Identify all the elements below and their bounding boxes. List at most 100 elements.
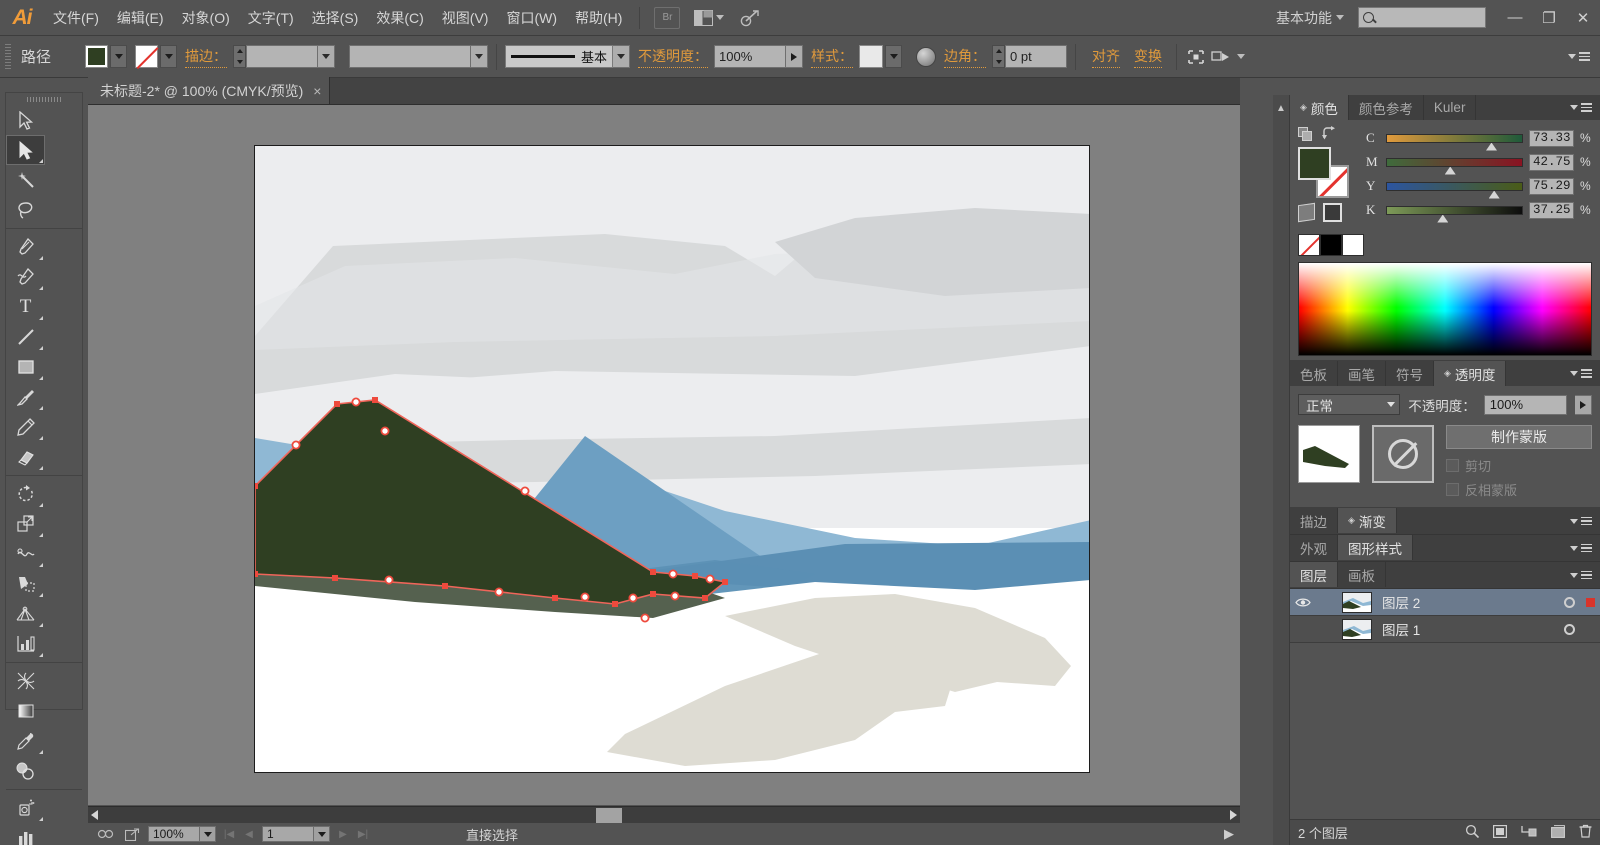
line-segment-tool[interactable]	[6, 322, 45, 352]
bar-graph-tool[interactable]	[6, 823, 45, 845]
layer-name[interactable]: 图层 2	[1372, 592, 1558, 612]
paintbrush-tool[interactable]	[6, 382, 45, 412]
menu-view[interactable]: 视图(V)	[433, 0, 498, 36]
document-tab[interactable]: 未标题-2* @ 100% (CMYK/预览) ×	[88, 77, 331, 104]
graphic-styles-panel-menu-button[interactable]	[1562, 535, 1600, 561]
swatch-black[interactable]	[1320, 234, 1342, 256]
stroke-weight-stepper[interactable]	[233, 45, 247, 68]
menu-type[interactable]: 文字(T)	[239, 0, 303, 36]
swatch-white[interactable]	[1342, 234, 1364, 256]
black-slider-row[interactable]: K 37.25 %	[1366, 198, 1592, 223]
out-of-gamut-icon[interactable]	[1298, 202, 1315, 223]
control-bar-grip[interactable]	[5, 43, 11, 70]
opacity-label[interactable]: 不透明度：	[638, 46, 709, 68]
expand-panels-icon[interactable]: ▲	[1276, 103, 1286, 114]
magenta-value-field[interactable]: 42.75	[1529, 153, 1574, 171]
arrange-documents-icon[interactable]	[694, 9, 725, 26]
stroke-swatch-group[interactable]	[135, 45, 178, 68]
fill-stroke-stack-icon[interactable]	[1298, 127, 1313, 142]
stroke-weight-field[interactable]	[246, 45, 319, 68]
transform-button[interactable]: 变换	[1134, 46, 1163, 68]
magenta-slider-track[interactable]	[1386, 157, 1523, 175]
yellow-slider-knob[interactable]	[1488, 190, 1500, 199]
share-on-behance-icon[interactable]	[122, 826, 142, 842]
isolate-selected-object-icon[interactable]	[1185, 46, 1207, 68]
graphic-style-dropdown[interactable]	[885, 45, 903, 68]
artboard-number-control[interactable]: 1	[262, 826, 330, 842]
magenta-slider-row[interactable]: M 42.75 %	[1366, 150, 1592, 175]
corner-label[interactable]: 边角：	[944, 46, 987, 68]
stroke-weight-label[interactable]: 描边：	[185, 46, 228, 68]
fill-swatch[interactable]	[85, 45, 109, 68]
close-tab-icon[interactable]: ×	[313, 83, 321, 99]
search-field[interactable]	[1374, 10, 1474, 25]
menu-file[interactable]: 文件(F)	[44, 0, 108, 36]
selection-tool[interactable]	[6, 105, 45, 135]
create-sublayer-icon[interactable]	[1521, 825, 1537, 841]
layers-panel-menu-button[interactable]	[1562, 562, 1600, 588]
canvas-area[interactable]	[88, 105, 1240, 805]
tab-color-guide[interactable]: 颜色参考	[1348, 95, 1424, 120]
stroke-profile-field[interactable]	[349, 45, 472, 68]
graphic-style-swatch[interactable]	[859, 45, 884, 68]
close-button[interactable]: ✕	[1566, 3, 1600, 33]
tab-kuler[interactable]: Kuler	[1423, 95, 1477, 120]
pencil-tool[interactable]	[6, 412, 45, 442]
direct-selection-tool[interactable]	[6, 135, 45, 165]
lasso-tool[interactable]	[6, 195, 45, 225]
tab-artboards[interactable]: 画板	[1338, 562, 1386, 587]
artboard-number-field[interactable]: 1	[262, 826, 314, 842]
recolor-artwork-icon[interactable]	[916, 46, 937, 67]
horizontal-scroll-thumb[interactable]	[596, 808, 622, 823]
tab-transparency[interactable]: ◈ 透明度	[1434, 361, 1507, 386]
tab-symbols[interactable]: 符号	[1386, 361, 1434, 386]
cyan-slider-row[interactable]: C 73.33 %	[1366, 126, 1592, 151]
cyan-slider-knob[interactable]	[1485, 142, 1497, 151]
scroll-right-icon[interactable]	[1230, 810, 1237, 820]
cyan-slider-track[interactable]	[1386, 133, 1523, 151]
artboard[interactable]	[254, 145, 1090, 773]
zoom-level-control[interactable]: 100%	[148, 826, 216, 842]
tab-gradient[interactable]: ◈ 渐变	[1338, 508, 1397, 533]
arrange-chevron-down-icon[interactable]	[1237, 54, 1246, 59]
menu-object[interactable]: 对象(O)	[173, 0, 239, 36]
artboard-number-dropdown[interactable]	[314, 826, 330, 842]
make-clipping-mask-icon[interactable]	[1493, 824, 1508, 841]
black-slider-track[interactable]	[1386, 205, 1523, 223]
gradient-panel-menu-button[interactable]	[1562, 508, 1600, 534]
transparency-mask-thumbnail[interactable]	[1372, 425, 1434, 483]
width-tool[interactable]	[6, 539, 45, 569]
workspace-switcher-label[interactable]: 基本功能	[1276, 8, 1336, 28]
eyedropper-tool[interactable]	[6, 726, 45, 756]
opacity-field[interactable]: 100%	[714, 45, 787, 68]
layer-target-icon[interactable]	[1558, 596, 1580, 608]
column-graph-tool[interactable]	[6, 629, 45, 659]
table-row[interactable]: 图层 2	[1290, 589, 1600, 616]
behance-icon[interactable]	[738, 9, 760, 27]
black-slider-knob[interactable]	[1437, 214, 1449, 223]
black-value-field[interactable]: 37.25	[1529, 201, 1574, 219]
menu-select[interactable]: 选择(S)	[303, 0, 368, 36]
stroke-swatch-none[interactable]	[135, 45, 159, 68]
swatch-none[interactable]	[1298, 234, 1320, 256]
brush-definition-dropdown[interactable]	[613, 45, 631, 68]
eraser-tool[interactable]	[6, 442, 45, 472]
stroke-profile-dropdown[interactable]	[471, 45, 489, 68]
fill-dropdown-button[interactable]	[110, 45, 128, 68]
tab-color[interactable]: ◈ 颜色	[1290, 95, 1349, 120]
tab-swatches[interactable]: 色板	[1290, 361, 1338, 386]
tab-stroke[interactable]: 描边	[1290, 508, 1338, 533]
dock-collapse-strip[interactable]: ▲	[1273, 95, 1290, 845]
invert-mask-checkbox-row[interactable]: 反相蒙版	[1446, 480, 1592, 499]
color-panel-menu-button[interactable]	[1562, 95, 1600, 120]
add-anchor-point-tool[interactable]	[6, 262, 45, 292]
gradient-tool[interactable]	[6, 696, 45, 726]
restore-button[interactable]: ❐	[1532, 3, 1566, 33]
cyan-value-field[interactable]: 73.33	[1529, 129, 1574, 147]
tab-graphic-styles[interactable]: 图形样式	[1338, 535, 1413, 560]
menu-edit[interactable]: 编辑(E)	[108, 0, 173, 36]
zoom-level-field[interactable]: 100%	[148, 826, 200, 842]
table-row[interactable]: 图层 1	[1290, 616, 1600, 643]
tab-layers[interactable]: 图层	[1290, 562, 1338, 587]
color-preview-swatch[interactable]	[1323, 203, 1342, 222]
